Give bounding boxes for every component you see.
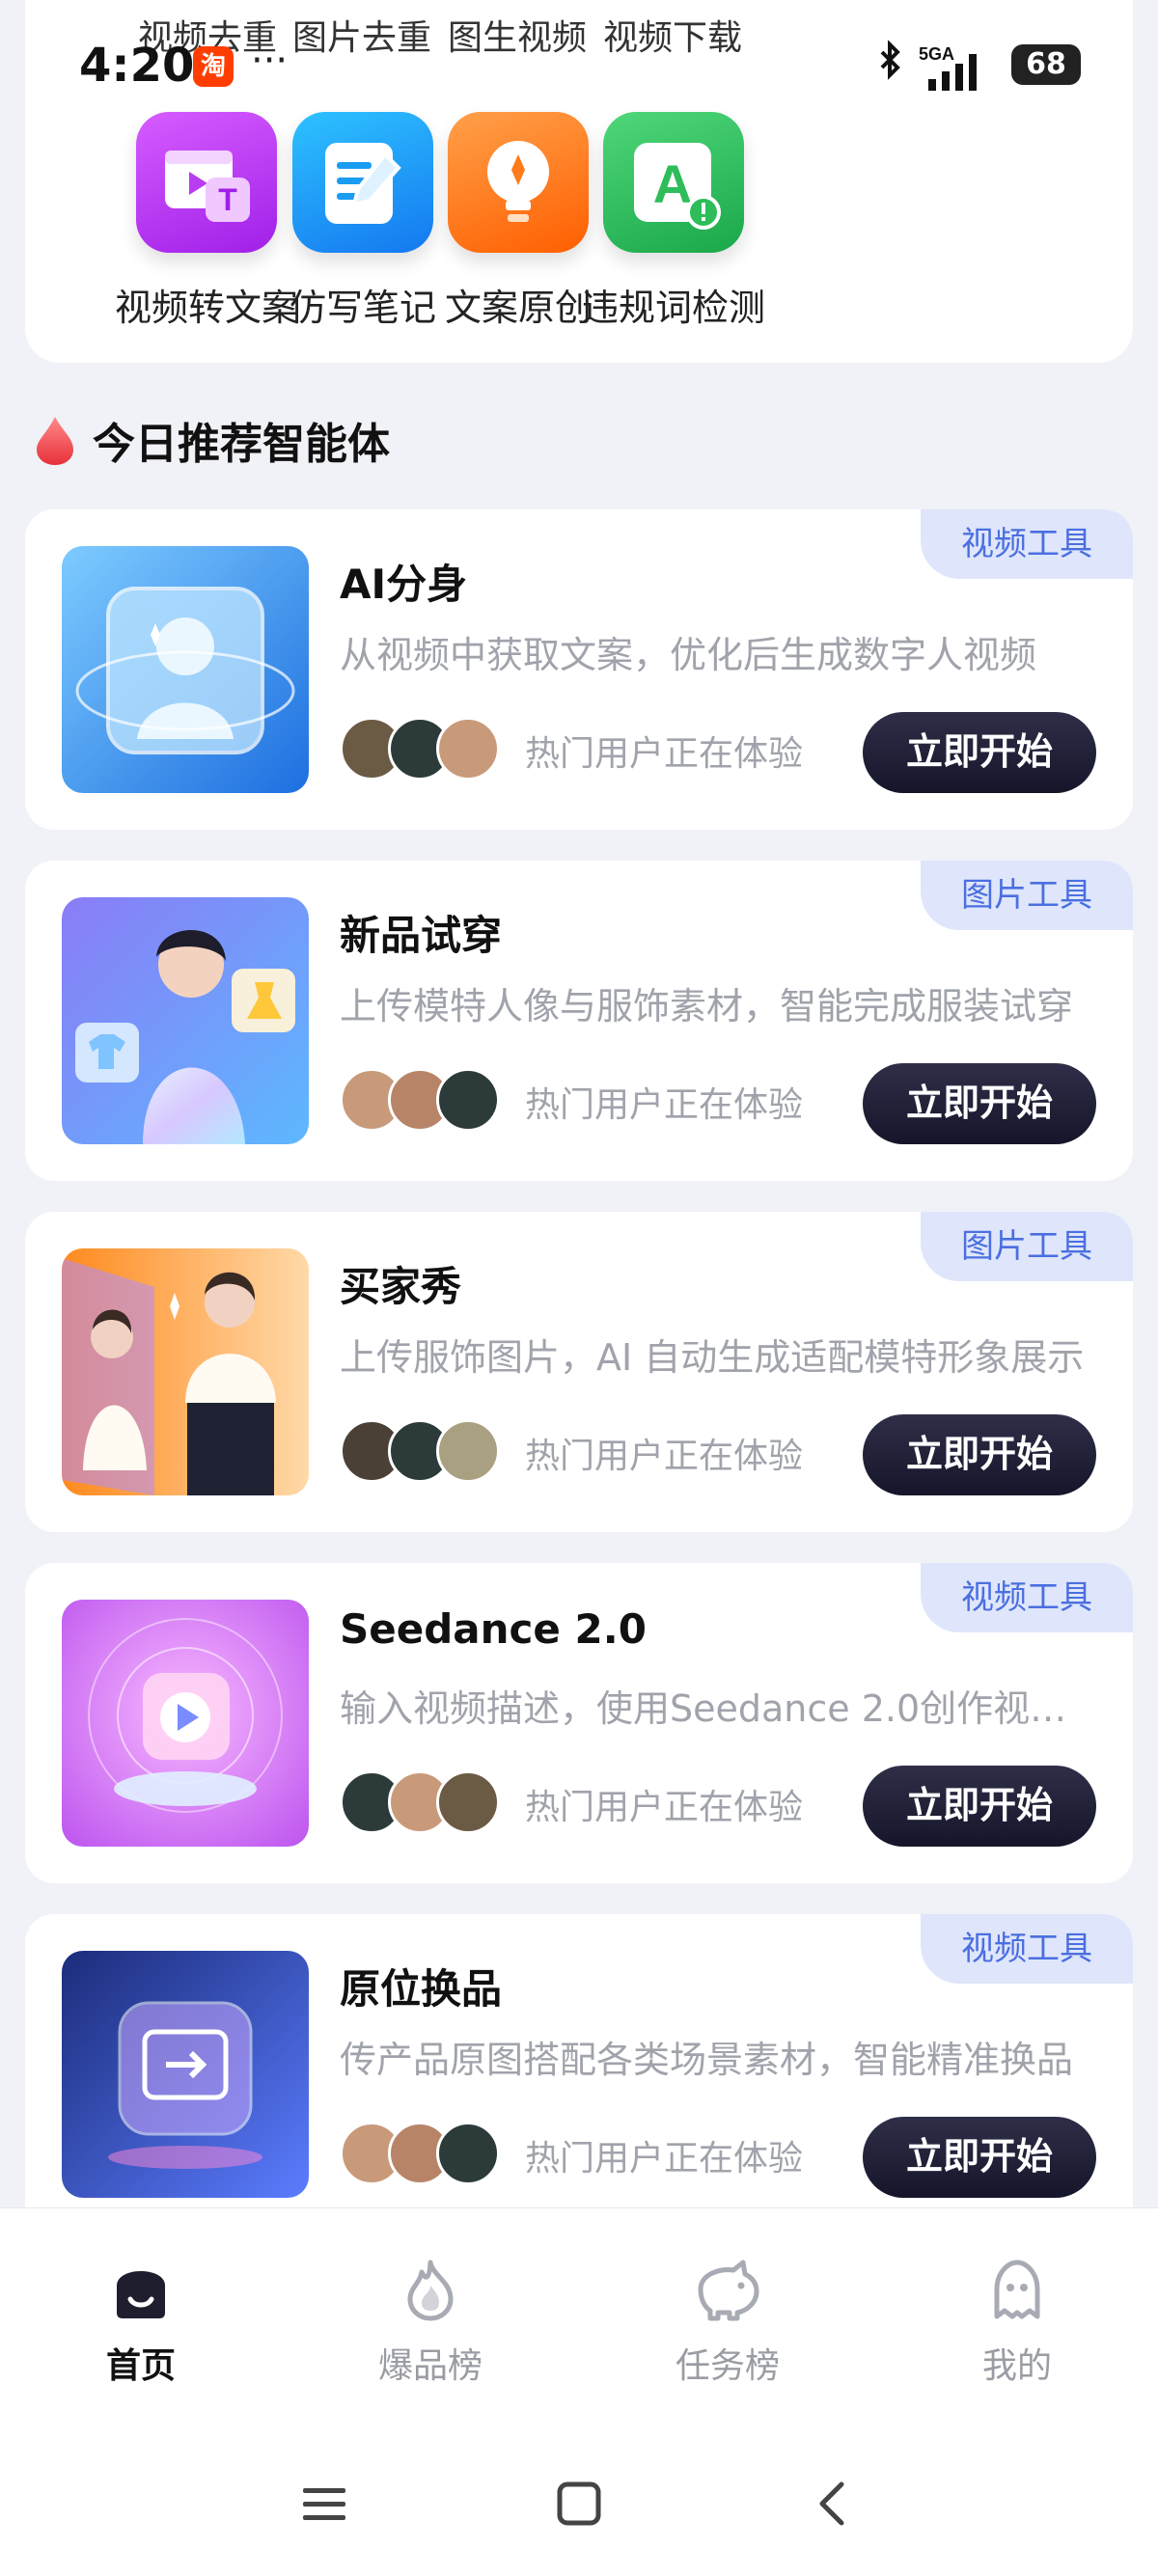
home-icon (117, 2271, 165, 2318)
agent-name: 原位换品 (340, 1965, 503, 2013)
nav-home[interactable]: 首页 (44, 2257, 237, 2388)
agent-description: 上传模特人像与服饰素材，智能完成服装试穿 (340, 985, 1074, 1028)
back-icon[interactable] (807, 2477, 861, 2531)
agent-tag: 图片工具 (921, 861, 1133, 930)
nav-hot-products[interactable]: 爆品榜 (334, 2257, 527, 2388)
start-button[interactable]: 立即开始 (863, 1063, 1096, 1144)
start-button[interactable]: 立即开始 (863, 1766, 1096, 1847)
user-avatars (340, 717, 504, 781)
hot-users-text: 热门用户正在体验 (525, 2139, 804, 2179)
agent-name: 买家秀 (340, 1263, 462, 1310)
nav-label: 我的 (981, 2346, 1052, 2386)
flame-icon (407, 2260, 454, 2321)
avatar (436, 1068, 500, 1132)
hot-users-text: 热门用户正在体验 (525, 734, 804, 774)
nav-label: 首页 (105, 2346, 176, 2386)
nav-task-board[interactable]: 任务榜 (631, 2257, 824, 2388)
agent-thumbnail (62, 546, 309, 793)
agent-card-new-try-on[interactable]: 图片工具 新品试穿 上传模特人像与服饰素材，智能完成服装试穿 热门用户正在体验 … (25, 861, 1133, 1181)
agent-name: 新品试穿 (340, 912, 503, 959)
user-avatars (340, 1770, 504, 1834)
bottom-nav: 首页 爆品榜 任务榜 我的 (0, 2207, 1158, 2576)
nav-profile[interactable]: 我的 (921, 2257, 1114, 2388)
hot-users-text: 热门用户正在体验 (525, 1085, 804, 1125)
svg-text:T: T (218, 182, 237, 217)
user-avatars (340, 2122, 504, 2185)
nav-label: 任务榜 (675, 2346, 780, 2386)
agent-description: 输入视频描述，使用Seedance 2.0创作视频内容 (340, 1687, 1102, 1730)
agent-tag: 图片工具 (921, 1212, 1133, 1281)
agent-description: 从视频中获取文案，优化后生成数字人视频 (340, 634, 1037, 676)
avatar (436, 1419, 500, 1483)
piggy-bank-icon (698, 2260, 759, 2321)
agent-thumbnail (62, 1951, 309, 2198)
user-avatars (340, 1419, 504, 1483)
agent-tag: 视频工具 (921, 509, 1133, 579)
agent-name: AI分身 (340, 561, 468, 608)
hot-users-text: 热门用户正在体验 (525, 1788, 804, 1827)
tools-card: 视频去重 图片去重 图生视频 视频下载 T 视频转文案 仿写笔记 文案原创 A … (25, 0, 1133, 363)
home-square-icon[interactable] (552, 2477, 606, 2531)
agent-description: 传产品原图搭配各类场景素材，智能精准换品 (340, 2039, 1074, 2081)
svg-text:A: A (653, 153, 692, 214)
agent-name: Seedance 2.0 (340, 1605, 647, 1653)
user-avatars (340, 1068, 504, 1132)
avatar (436, 1770, 500, 1834)
agent-card-seedance[interactable]: 视频工具 Seedance 2.0 输入视频描述，使用Seedance 2.0创… (25, 1563, 1133, 1883)
avatar (436, 2122, 500, 2185)
agent-card-in-place-swap[interactable]: 视频工具 原位换品 传产品原图搭配各类场景素材，智能精准换品 热门用户正在体验 … (25, 1914, 1133, 2234)
hot-users-text: 热门用户正在体验 (525, 1437, 804, 1476)
start-button[interactable]: 立即开始 (863, 712, 1096, 793)
tool-label: 违规词检测 (581, 287, 765, 329)
agent-thumbnail (62, 1600, 309, 1847)
agent-card-ai-clone[interactable]: 视频工具 AI分身 从视频中获取文案，优化后生成数字人视频 热门用户正在体验 立… (25, 509, 1133, 830)
agent-description: 上传服饰图片，AI 自动生成适配模特形象展示 (340, 1336, 1085, 1379)
tools-previous-row: 视频去重 图片去重 图生视频 视频下载 (25, 12, 1133, 66)
agent-tag: 视频工具 (921, 1914, 1133, 1984)
tool-forbidden-word-check[interactable]: A 违规词检测 (558, 112, 789, 334)
agent-thumbnail (62, 1248, 309, 1495)
tool-video-download[interactable]: 视频下载 (562, 12, 784, 66)
system-navigation-bar (0, 2467, 1158, 2554)
fire-drop-icon (37, 417, 73, 465)
start-button[interactable]: 立即开始 (863, 2117, 1096, 2198)
start-button[interactable]: 立即开始 (863, 1414, 1096, 1495)
section-title: 今日推荐智能体 (93, 420, 390, 469)
agent-tag: 视频工具 (921, 1563, 1133, 1632)
ghost-profile-icon (994, 2260, 1040, 2319)
menu-icon[interactable] (297, 2477, 351, 2531)
agent-card-buyer-show[interactable]: 图片工具 买家秀 上传服饰图片，AI 自动生成适配模特形象展示 热门用户正在体验… (25, 1212, 1133, 1532)
nav-label: 爆品榜 (377, 2346, 482, 2386)
agent-thumbnail (62, 897, 309, 1144)
text-check-icon: A (603, 112, 744, 253)
avatar (436, 717, 500, 781)
